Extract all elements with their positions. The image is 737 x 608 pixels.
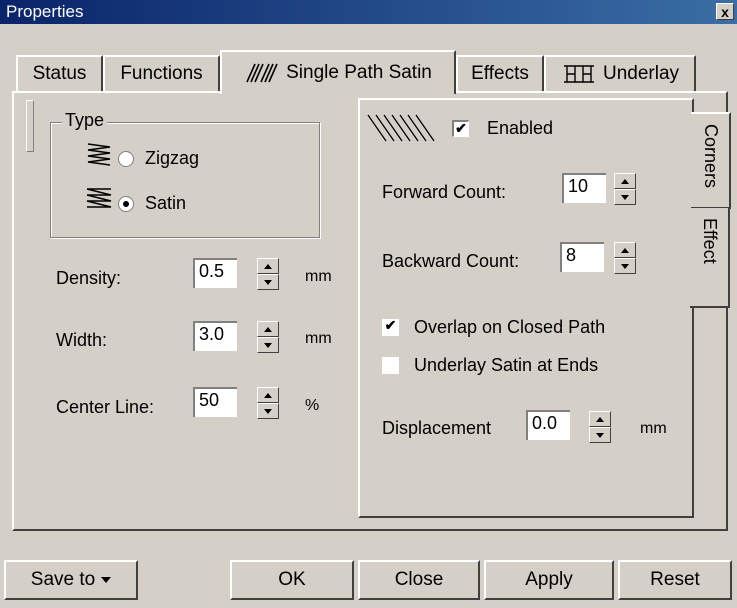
tab-label: Effects [471, 63, 529, 84]
side-tab-label: Corners [701, 124, 721, 189]
title-bar: Properties x [0, 0, 737, 24]
width-unit: mm [305, 330, 332, 347]
density-input[interactable]: 0.5 [193, 258, 237, 288]
center-line-spinner[interactable] [257, 387, 279, 419]
displacement-input[interactable]: 0.0 [526, 410, 570, 440]
width-input[interactable]: 3.0 [193, 321, 237, 351]
ok-button[interactable]: OK [230, 560, 354, 600]
forward-count-input[interactable]: 10 [562, 173, 606, 203]
tab-underlay[interactable]: Underlay [544, 55, 696, 91]
satin-label: Satin [145, 193, 187, 213]
overlap-checkbox[interactable]: ✔ [382, 318, 399, 336]
forward-count-label: Forward Count: [382, 182, 507, 202]
displacement-spinner[interactable] [589, 411, 611, 443]
underlay-icon [563, 65, 594, 83]
side-tab-label: Effect [700, 218, 720, 264]
zigzag-radio[interactable] [118, 151, 134, 167]
backward-count-label: Backward Count: [382, 251, 520, 271]
density-unit: mm [305, 268, 332, 285]
tab-single-path-satin[interactable]: Single Path Satin [220, 50, 456, 94]
overlap-label: Overlap on Closed Path [414, 317, 606, 337]
save-to-label: Save to [30, 569, 96, 590]
tab-label: Functions [120, 63, 203, 84]
satin-stitch-icon [246, 63, 278, 83]
forward-count-spinner[interactable] [614, 173, 636, 205]
satin-radio[interactable] [118, 196, 134, 212]
satin-icon [86, 188, 112, 208]
density-spinner[interactable] [257, 258, 279, 290]
enabled-label: Enabled [487, 118, 554, 138]
displacement-unit: mm [640, 420, 667, 437]
splitter-grip[interactable] [26, 100, 34, 152]
center-line-label: Center Line: [56, 397, 155, 417]
displacement-label: Displacement [382, 418, 492, 438]
backward-count-input[interactable]: 8 [560, 242, 604, 272]
width-label: Width: [56, 330, 108, 350]
tab-label: Status [32, 63, 87, 84]
hatch-pattern-icon [367, 114, 435, 142]
type-groupbox [50, 122, 320, 238]
density-label: Density: [56, 268, 122, 288]
enabled-checkbox[interactable]: ✔ [452, 120, 469, 137]
chevron-down-icon [101, 577, 112, 583]
backward-count-spinner[interactable] [614, 242, 636, 274]
type-group-label: Type [62, 110, 108, 131]
apply-button[interactable]: Apply [484, 560, 614, 600]
close-button[interactable]: Close [358, 560, 480, 600]
tab-label: Underlay [602, 63, 680, 84]
underlay-ends-checkbox[interactable] [382, 357, 399, 374]
tab-effects[interactable]: Effects [456, 55, 544, 91]
tab-functions[interactable]: Functions [103, 55, 220, 91]
center-line-input[interactable]: 50 [193, 387, 237, 417]
side-tab-effect[interactable]: Effect [690, 208, 730, 308]
width-spinner[interactable] [257, 321, 279, 353]
close-window-button[interactable]: x [716, 3, 734, 20]
center-line-unit: % [305, 397, 320, 414]
zigzag-stitch-icon [87, 143, 111, 166]
effect-subpanel [358, 98, 694, 518]
save-to-button[interactable]: Save to [4, 560, 138, 600]
zigzag-label: Zigzag [145, 148, 200, 168]
window-title: Properties [6, 2, 84, 21]
side-tab-corners[interactable]: Corners [691, 112, 731, 209]
tab-label: Single Path Satin [286, 62, 432, 83]
tab-status[interactable]: Status [16, 55, 103, 91]
underlay-ends-label: Underlay Satin at Ends [414, 355, 599, 375]
reset-button[interactable]: Reset [618, 560, 732, 600]
